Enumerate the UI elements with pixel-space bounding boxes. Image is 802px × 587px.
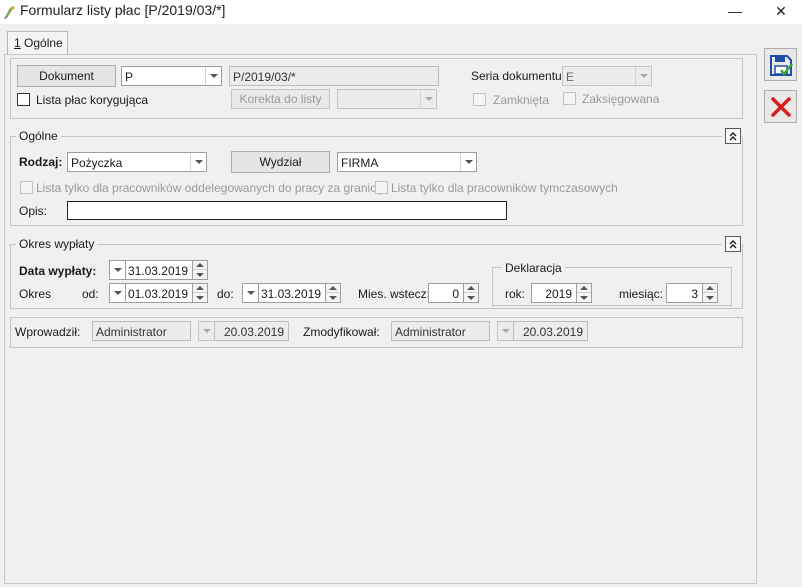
zmodyfikowal-date-dropdown [497,321,514,341]
do-date-input[interactable]: 31.03.2019 [258,283,326,303]
od-calendar-dropdown[interactable] [109,283,126,303]
chevron-down-icon [199,322,214,340]
spin-up-icon[interactable] [464,284,478,293]
zmodyfikowal-label: Zmodyfikował: [303,325,380,339]
okres-section-title: Okres wypłaty [16,237,98,251]
mies-wstecz-label: Mies. wstecz: [358,287,431,301]
rok-input[interactable]: 2019 [531,283,577,303]
zaksiegowana-label: Zaksięgowana [582,92,660,106]
ogolne-collapse-button[interactable] [725,128,741,144]
lista-korygujaca-checkbox[interactable] [17,93,30,106]
data-wyplaty-input[interactable]: 31.03.2019 [125,260,193,280]
zaksiegowana-checkbox [563,92,576,105]
dokument-type-select[interactable]: P [121,66,222,86]
spin-up-icon[interactable] [703,284,717,293]
chevron-down-icon[interactable] [110,284,125,302]
double-chevron-up-icon [729,132,737,141]
oddelegowani-label: Lista tylko dla pracowników oddelegowany… [36,181,383,195]
korekta-select [337,89,437,109]
korekta-do-listy-button: Korekta do listy [231,89,330,109]
dokument-button[interactable]: Dokument [17,65,116,87]
okres-divider [10,244,722,245]
tymczasowi-checkbox [375,181,388,194]
seria-value: E [566,70,575,84]
chevron-down-icon[interactable] [110,261,125,279]
tymczasowi-label: Lista tylko dla pracowników tymczasowych [391,181,618,195]
lista-korygujaca-label: Lista płac korygująca [36,93,149,107]
double-chevron-up-icon [729,240,737,249]
do-date-spinner[interactable] [325,283,341,303]
tab-ogolne[interactable]: 1 Ogólne [7,31,68,55]
spin-up-icon[interactable] [193,284,207,293]
save-disk-icon [769,54,793,76]
spin-down-icon[interactable] [464,293,478,302]
data-wyplaty-label: Data wypłaty: [19,264,97,278]
rok-label: rok: [505,287,526,301]
spin-up-icon[interactable] [577,284,591,293]
wydzial-button[interactable]: Wydział [231,151,330,173]
chevron-down-icon[interactable] [190,153,206,171]
red-x-icon [770,96,791,117]
spin-down-icon[interactable] [326,293,340,302]
seria-label: Seria dokumentu: [471,69,566,83]
spin-down-icon[interactable] [193,270,207,279]
do-calendar-dropdown[interactable] [242,283,259,303]
miesiac-label: miesiąc: [619,287,664,301]
data-wyplaty-calendar-dropdown[interactable] [109,260,126,280]
zamknieta-label: Zamknięta [493,93,550,107]
wydzial-select[interactable]: FIRMA [337,152,477,172]
chevron-down-icon [635,67,651,85]
do-label: do: [217,287,234,301]
zmodyfikowal-date-field: 20.03.2019 [513,321,588,341]
opis-label: Opis: [19,204,48,218]
spin-up-icon[interactable] [193,261,207,270]
wprowadzil-date-dropdown [198,321,215,341]
od-date-spinner[interactable] [192,283,208,303]
wprowadzil-date-field: 20.03.2019 [214,321,289,341]
tab-ogolne-hotkey: 1 [14,36,21,50]
document-number-field: P/2019/03/* [229,66,439,86]
seria-select: E [562,66,652,86]
payroll-app-icon [4,6,15,19]
od-date-input[interactable]: 01.03.2019 [125,283,193,303]
spin-up-icon[interactable] [326,284,340,293]
mies-wstecz-input[interactable]: 0 [428,283,464,303]
dokument-type-value: P [125,70,134,84]
wydzial-value: FIRMA [341,156,379,170]
od-label: od: [82,287,99,301]
close-window-button[interactable]: ✕ [758,0,802,22]
minimize-button[interactable]: — [712,0,758,22]
spin-down-icon[interactable] [703,293,717,302]
rok-spinner[interactable] [576,283,592,303]
opis-input[interactable] [67,201,507,220]
cancel-button[interactable] [764,90,797,123]
spin-down-icon[interactable] [193,293,207,302]
oddelegowani-checkbox [20,181,33,194]
data-wyplaty-spinner[interactable] [192,260,208,280]
okres-collapse-button[interactable] [725,236,741,252]
chevron-down-icon [498,322,513,340]
chevron-down-icon[interactable] [243,284,258,302]
wprowadzil-label: Wprowadził: [15,325,81,339]
chevron-down-icon[interactable] [205,67,221,85]
tab-ogolne-label: Ogólne [20,36,63,50]
ogolne-divider [10,136,722,137]
deklaracja-title: Deklaracja [502,261,565,275]
wprowadzil-user-field: Administrator [92,321,191,341]
zamknieta-checkbox [473,93,486,106]
chevron-down-icon [420,90,436,108]
mies-wstecz-spinner[interactable] [463,283,479,303]
chevron-down-icon[interactable] [460,153,476,171]
ogolne-section-title: Ogólne [16,129,61,143]
zmodyfikowal-user-field: Administrator [391,321,490,341]
miesiac-input[interactable]: 3 [666,283,703,303]
rodzaj-label: Rodzaj: [19,155,63,169]
rodzaj-value: Pożyczka [71,156,123,170]
window-title: Formularz listy płac [P/2019/03/*] [20,2,226,18]
miesiac-spinner[interactable] [702,283,718,303]
rodzaj-select[interactable]: Pożyczka [67,152,207,172]
save-button[interactable] [764,48,797,81]
okres-label: Okres [19,287,52,301]
spin-down-icon[interactable] [577,293,591,302]
